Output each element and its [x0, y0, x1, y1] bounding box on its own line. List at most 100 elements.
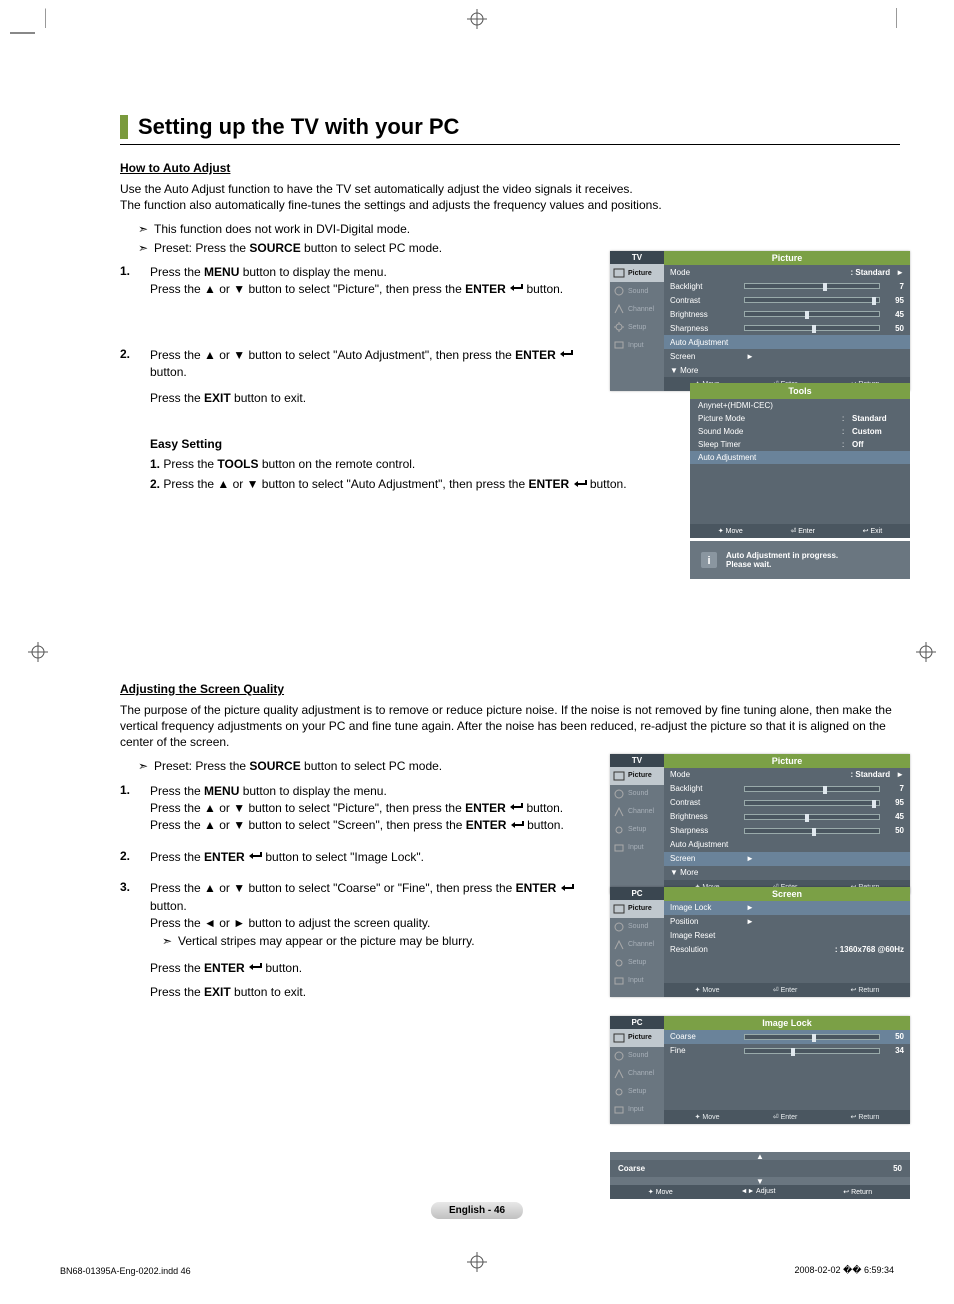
- osd-source-badge: TV: [610, 754, 664, 767]
- osd-side-item: Picture: [610, 1029, 664, 1047]
- osd-row: ▼ More: [664, 363, 910, 377]
- osd-row: Mode: Standard►: [664, 265, 910, 279]
- osd-progress-note: i Auto Adjustment in progress. Please wa…: [690, 541, 910, 579]
- setup-icon: [613, 321, 625, 333]
- adjust-label: Coarse: [618, 1164, 658, 1173]
- osd-row: Screen►: [664, 852, 910, 866]
- up-arrow-icon: ▲: [610, 1152, 910, 1160]
- channel-icon: [613, 1068, 625, 1080]
- step-number: 2.: [120, 849, 150, 867]
- osd-row: Coarse50: [664, 1030, 910, 1044]
- osd-hint: ◄► Adjust: [741, 1188, 776, 1196]
- paragraph: The purpose of the picture quality adjus…: [120, 702, 900, 751]
- setup-icon: [613, 1086, 625, 1098]
- osd-header: Screen: [664, 887, 910, 901]
- osd-side-item: Sound: [610, 1047, 664, 1065]
- osd-side-item: Input: [610, 972, 664, 990]
- osd-hint: ↩ Return: [851, 986, 880, 994]
- osd-hint: ⏎ Enter: [773, 1113, 798, 1121]
- osd-row: Brightness45: [664, 307, 910, 321]
- tools-row: Sound Mode:Custom: [690, 425, 910, 438]
- arrow-icon: ➣: [138, 240, 154, 256]
- tools-row: Anynet+(HDMI-CEC): [690, 399, 910, 412]
- picture-icon: [613, 903, 625, 915]
- step-text: Press the ENTER button to select "Image …: [150, 849, 590, 867]
- osd-side-item: Setup: [610, 318, 664, 336]
- osd-hint: ↩ Return: [851, 1113, 880, 1121]
- tools-row: Picture Mode:Standard: [690, 412, 910, 425]
- channel-icon: [613, 303, 625, 315]
- osd-picture-menu-2: TV Picture Sound Channel Setup Input Pic…: [610, 754, 910, 894]
- osd-row: Contrast95: [664, 796, 910, 810]
- step-text: Press the ▲ or ▼ button to select "Coars…: [150, 880, 590, 1001]
- picture-icon: [613, 770, 625, 782]
- input-icon: [613, 842, 625, 854]
- page-number: English - 46: [431, 1202, 523, 1219]
- note-item: ➣This function does not work in DVI-Digi…: [138, 221, 900, 237]
- osd-source-badge: PC: [610, 887, 664, 900]
- input-icon: [613, 339, 625, 351]
- crop-edge: [896, 8, 897, 28]
- osd-hint: ⏎ Enter: [790, 527, 815, 535]
- step-number: 2.: [120, 347, 150, 407]
- osd-source-badge: PC: [610, 1016, 664, 1029]
- arrow-icon: ➣: [138, 221, 154, 237]
- osd-row: Mode: Standard►: [664, 768, 910, 782]
- osd-row: Auto Adjustment: [664, 838, 910, 852]
- enter-icon: [573, 478, 587, 492]
- step-number: 1.: [120, 264, 150, 299]
- osd-footer: ✦ Move ⏎ Enter ↩ Return: [664, 983, 910, 997]
- osd-source-badge: TV: [610, 251, 664, 264]
- enter-icon: [560, 881, 574, 898]
- osd-row: Image Lock►: [664, 901, 910, 915]
- crop-mark-icon: [467, 1252, 487, 1272]
- osd-footer: ✦ Move ⏎ Enter ↩ Exit: [690, 524, 910, 538]
- osd-hint: ✦ Move: [648, 1188, 673, 1196]
- input-icon: [613, 1104, 625, 1116]
- setup-icon: [613, 824, 625, 836]
- osd-side-item: Sound: [610, 282, 664, 300]
- crop-mark-icon: [467, 9, 487, 29]
- osd-picture-menu: TV Picture Sound Channel Setup Input Pic…: [610, 251, 910, 391]
- osd-screen-menu: PC Picture Sound Channel Setup Input Scr…: [610, 887, 910, 997]
- section-heading: How to Auto Adjust: [120, 161, 900, 175]
- crop-edge: [10, 32, 35, 34]
- osd-hint: ⏎ Enter: [773, 986, 798, 994]
- osd-header: Image Lock: [664, 1016, 910, 1030]
- osd-hint: ✦ Move: [695, 1113, 720, 1121]
- step-text: Press the MENU button to display the men…: [150, 264, 590, 299]
- osd-side-item: Picture: [610, 900, 664, 918]
- page-number-badge: English - 46: [431, 1202, 523, 1219]
- osd-side-item: Input: [610, 1101, 664, 1119]
- text: Preset: Press the SOURCE button to selec…: [154, 240, 442, 256]
- channel-icon: [613, 806, 625, 818]
- sound-icon: [613, 1050, 625, 1062]
- setup-icon: [613, 957, 625, 969]
- tools-row: Auto Adjustment: [690, 451, 910, 464]
- enter-icon: [248, 849, 262, 866]
- note-text: Auto Adjustment in progress. Please wait…: [726, 551, 838, 569]
- adjust-value: 50: [882, 1164, 902, 1173]
- step-number: 3.: [120, 880, 150, 1001]
- osd-row: Sharpness50: [664, 321, 910, 335]
- enter-icon: [510, 818, 524, 835]
- osd-hint: ↩ Exit: [863, 527, 882, 535]
- osd-side-item: Setup: [610, 954, 664, 972]
- osd-row: Resolution: 1360x768 @60Hz: [664, 943, 910, 957]
- osd-row: Screen►: [664, 349, 910, 363]
- sub-note: ➣Vertical stripes may appear or the pict…: [162, 933, 590, 950]
- text: Use the Auto Adjust function to have the…: [120, 182, 633, 196]
- section-heading: Adjusting the Screen Quality: [120, 682, 900, 696]
- page-title-bar: Setting up the TV with your PC: [120, 114, 900, 145]
- svg-text:i: i: [707, 555, 710, 567]
- crop-edge: [45, 8, 46, 28]
- enter-icon: [559, 347, 573, 364]
- picture-icon: [613, 267, 625, 279]
- osd-hint: ✦ Move: [695, 986, 720, 994]
- channel-icon: [613, 939, 625, 951]
- paragraph: Use the Auto Adjust function to have the…: [120, 181, 900, 213]
- info-icon: i: [700, 551, 718, 569]
- osd-side-item: Picture: [610, 264, 664, 282]
- osd-row: Brightness45: [664, 810, 910, 824]
- sound-icon: [613, 921, 625, 933]
